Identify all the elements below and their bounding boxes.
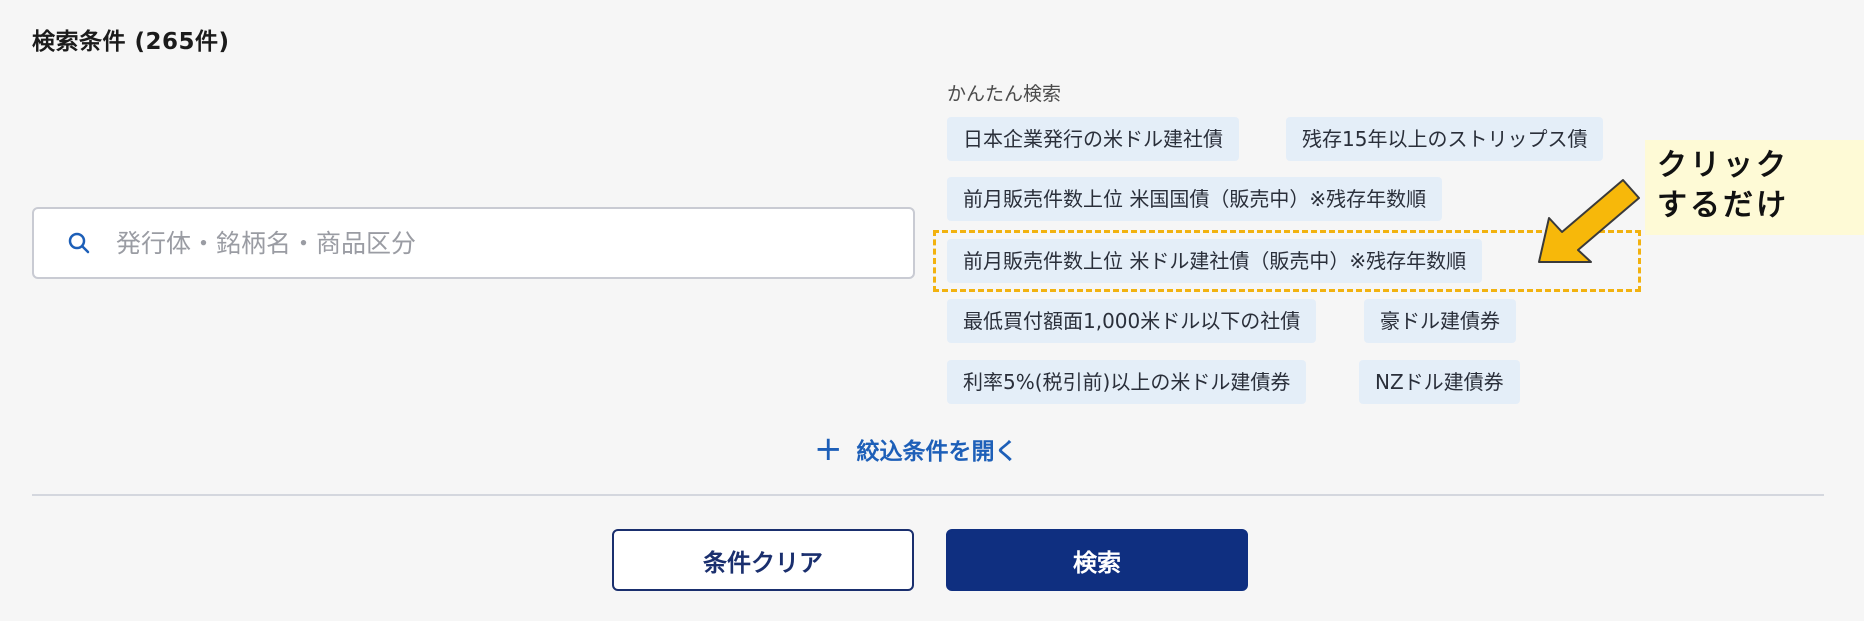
- quick-search-chip[interactable]: 前月販売件数上位 米国国債（販売中）※残存年数順: [947, 177, 1443, 221]
- plus-icon: +: [814, 429, 843, 469]
- search-icon: [68, 232, 90, 254]
- search-button[interactable]: 検索: [946, 529, 1248, 591]
- title-label: 検索条件: [32, 29, 126, 55]
- quick-search-chip[interactable]: NZドル建債券: [1359, 360, 1520, 404]
- callout-line-2: するだけ: [1657, 188, 1789, 223]
- result-count: (265件): [134, 29, 230, 55]
- quick-search-chip[interactable]: 最低買付額面1,000米ドル以下の社債: [947, 299, 1317, 343]
- callout-line-1: クリック: [1657, 148, 1789, 183]
- search-conditions-panel: 検索条件 (265件) かんたん検索 日本企業発行の米ドル建社債 残存15年以上…: [0, 0, 1864, 621]
- open-filters-link[interactable]: + 絞込条件を開く: [814, 432, 1018, 466]
- quick-search-label: かんたん検索: [947, 83, 1062, 105]
- page-title: 検索条件 (265件): [32, 22, 230, 56]
- click-callout: クリック するだけ: [1645, 140, 1864, 235]
- quick-search-chip[interactable]: 日本企業発行の米ドル建社債: [947, 117, 1239, 161]
- quick-search-chip[interactable]: 利率5%(税引前)以上の米ドル建債券: [947, 360, 1307, 404]
- quick-search-chip[interactable]: 残存15年以上のストリップス債: [1286, 117, 1604, 161]
- pointer-arrow-icon: [1538, 179, 1640, 263]
- clear-conditions-button[interactable]: 条件クリア: [612, 529, 914, 591]
- search-input[interactable]: [114, 227, 858, 259]
- quick-search-chip[interactable]: 豪ドル建債券: [1364, 299, 1516, 343]
- search-field[interactable]: [32, 207, 915, 279]
- divider: [32, 494, 1824, 496]
- open-filters-label: 絞込条件を開く: [856, 439, 1018, 465]
